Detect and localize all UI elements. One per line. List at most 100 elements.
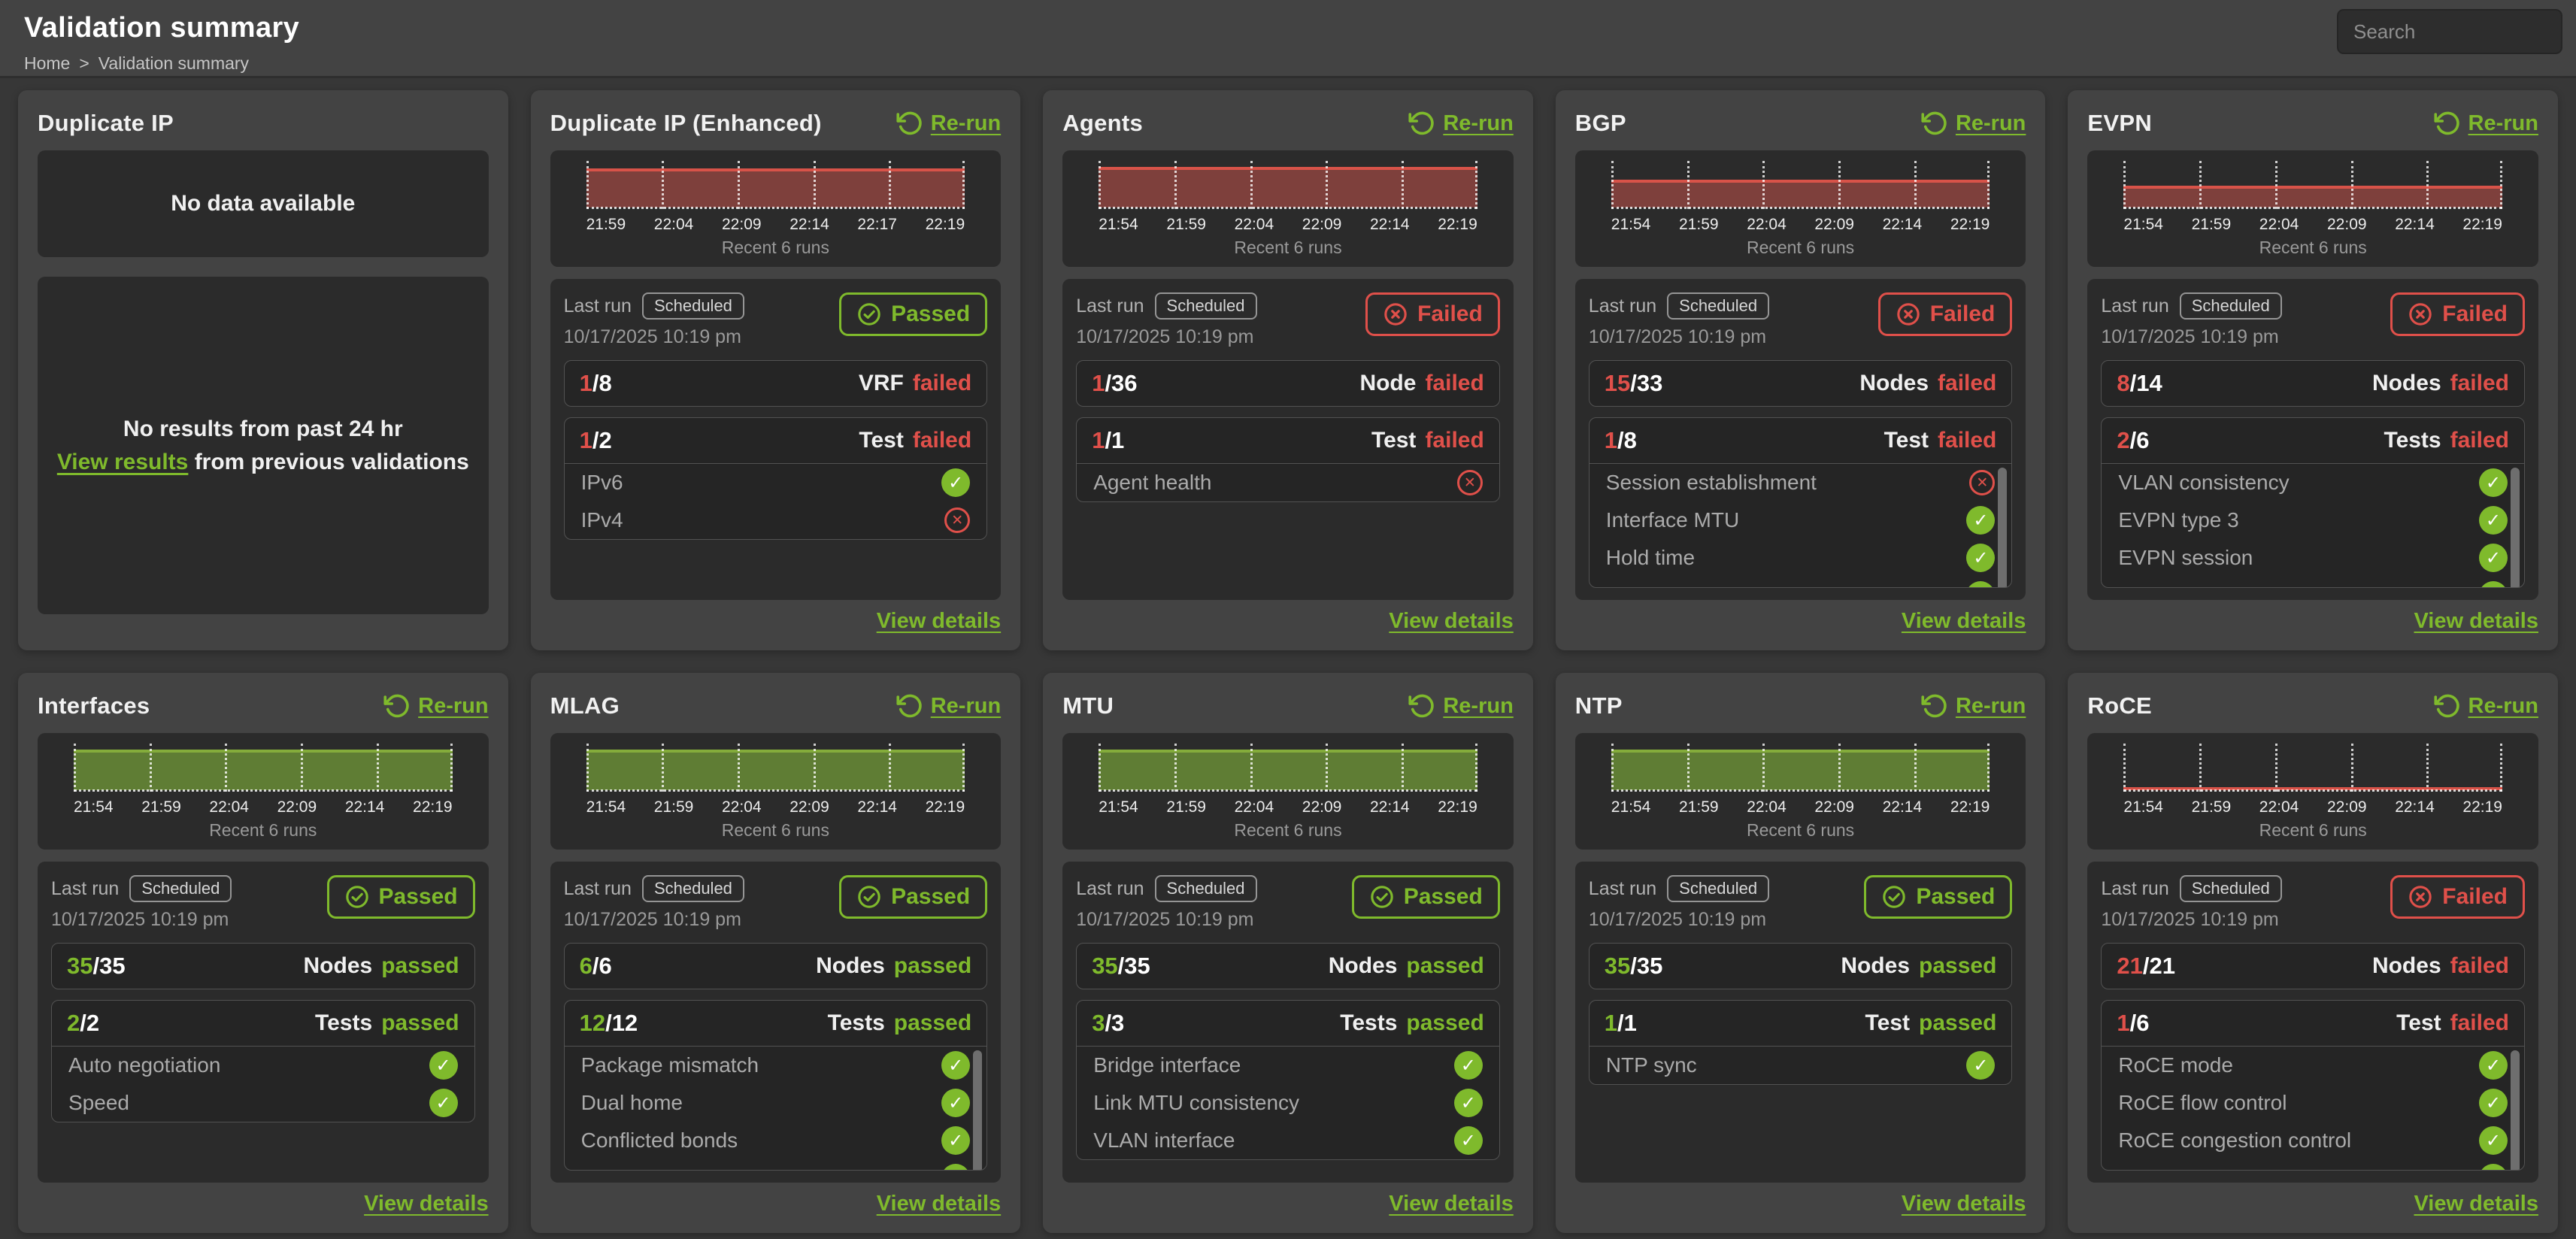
status-badge: Passed (839, 875, 987, 919)
tests-scrollbar[interactable] (973, 1050, 982, 1171)
tests-fraction-den: /1 (1105, 427, 1124, 453)
chart-tick (2351, 161, 2353, 209)
scheduled-chip: Scheduled (642, 292, 744, 320)
test-item: RoCE mode (2102, 1047, 2524, 1084)
tests-fraction: 1/8 (1605, 427, 1637, 454)
last-run-label: Last run (1589, 295, 1656, 317)
chart-tick (738, 744, 740, 792)
nodes-fraction: 15/33 (1605, 370, 1663, 397)
tests-fraction-den: /8 (1617, 427, 1637, 453)
view-details-link[interactable]: View details (1902, 1192, 2026, 1216)
rerun-link[interactable]: Re-run (383, 692, 488, 719)
tests-fraction: 12/12 (580, 1010, 638, 1037)
test-name: EVPN session (2118, 546, 2253, 570)
rerun-link[interactable]: Re-run (2434, 692, 2538, 719)
status-badge: Passed (1352, 875, 1500, 919)
tick-label: 22:14 (2395, 216, 2435, 234)
tests-header: 3/3 Tests passed (1077, 1001, 1499, 1047)
breadcrumb-home[interactable]: Home (24, 53, 70, 74)
scheduled-chip: Scheduled (2180, 875, 2282, 902)
chart-tick (1475, 744, 1477, 792)
view-details-link[interactable]: View details (1902, 609, 2026, 633)
summary-panel: Last run Scheduled 10/17/2025 10:19 pm F… (2087, 279, 2538, 600)
nodes-summary-row: 1/8 VRF failed (564, 360, 988, 407)
tests-result: failed (913, 428, 971, 453)
tick-label: 22:09 (1814, 798, 1854, 816)
chart-tick (2351, 744, 2353, 792)
tests-list: NTP sync (1590, 1047, 2012, 1084)
test-name: Package mismatch (581, 1053, 759, 1077)
tests-list: Auto negotiation Speed (52, 1047, 474, 1122)
chart-tick (2199, 161, 2202, 209)
rerun-label: Re-run (1956, 694, 2026, 719)
rerun-icon (1921, 110, 1948, 137)
rerun-link[interactable]: Re-run (896, 692, 1001, 719)
validation-card: EVPN Re-run 21:5421:5922:0422:0922:1 (2068, 90, 2558, 650)
tests-panel: 1/8 Test failed Session establishment In… (1589, 417, 2013, 588)
chart-baseline (2123, 789, 2502, 792)
last-run-timestamp: 10/17/2025 10:19 pm (564, 326, 744, 348)
page-title: Validation summary (24, 12, 2576, 44)
run-history-chart: 21:5421:5922:0422:0922:1422:19 Recent 6 … (550, 733, 1002, 850)
tick-label: 22:09 (722, 216, 762, 234)
rerun-link[interactable]: Re-run (1408, 110, 1513, 137)
tests-scrollbar[interactable] (2511, 1050, 2520, 1171)
tick-label: 21:54 (1099, 216, 1138, 234)
view-details-link[interactable]: View details (2414, 609, 2538, 633)
rerun-label: Re-run (931, 111, 1001, 136)
rerun-link[interactable]: Re-run (896, 110, 1001, 137)
check-icon (1454, 1126, 1483, 1155)
run-history-chart: 21:5421:5922:0422:0922:1422:19 Recent 6 … (2087, 150, 2538, 267)
card-title: MTU (1062, 692, 1114, 719)
view-details-link[interactable]: View details (877, 1192, 1002, 1216)
rerun-link[interactable]: Re-run (2434, 110, 2538, 137)
chart-baseline (1099, 207, 1477, 209)
tick-label: 22:14 (789, 216, 829, 234)
tests-result: failed (2450, 428, 2509, 453)
run-history-chart: 21:5421:5922:0422:0922:1422:19 Recent 6 … (38, 733, 489, 850)
nodes-fraction: 6/6 (580, 953, 612, 980)
tests-scrollbar[interactable] (2511, 468, 2520, 588)
view-results-link[interactable]: View results (57, 450, 189, 474)
search-input[interactable] (2337, 9, 2562, 54)
last-run-timestamp: 10/17/2025 10:19 pm (1076, 326, 1256, 348)
rerun-label: Re-run (2468, 111, 2538, 136)
rerun-link[interactable]: Re-run (1408, 692, 1513, 719)
tests-panel: 2/2 Tests passed Auto negotiation Speed (51, 1000, 475, 1122)
tick-label: 22:14 (1883, 216, 1923, 234)
nodes-result: passed (1919, 953, 1996, 979)
breadcrumb: Home > Validation summary (24, 53, 2576, 74)
chart-tick (586, 744, 589, 792)
tests-scrollbar[interactable] (1998, 468, 2007, 588)
rerun-link[interactable]: Re-run (1921, 110, 2026, 137)
summary-panel: Last run Scheduled 10/17/2025 10:19 pm F… (1575, 279, 2026, 600)
view-details-link[interactable]: View details (2414, 1192, 2538, 1216)
rerun-link[interactable]: Re-run (1921, 692, 2026, 719)
tick-labels: 21:5421:5922:0422:0922:1422:19 (74, 798, 453, 816)
chart-tick (1611, 744, 1614, 792)
tests-panel: 1/6 Test failed RoCE mode RoCE flow cont… (2101, 1000, 2525, 1171)
tests-label: Tests (315, 1010, 372, 1036)
tick-label: 22:14 (2395, 798, 2435, 816)
test-name: Link MTU consistency (1093, 1091, 1299, 1115)
check-icon (941, 468, 970, 497)
validation-card: BGP Re-run 21:5421:5922:0422:0922:14 (1556, 90, 2046, 650)
tick-label: 22:14 (1370, 798, 1410, 816)
test-item: Auto negotiation (52, 1047, 474, 1084)
nodes-result: passed (1406, 953, 1483, 979)
tick-label: 22:09 (2327, 216, 2367, 234)
view-details-link[interactable]: View details (1389, 1192, 1514, 1216)
view-details-link[interactable]: View details (364, 1192, 489, 1216)
tests-list: RoCE mode RoCE flow control RoCE congest… (2102, 1047, 2524, 1170)
run-history-chart: 21:5421:5922:0422:0922:1422:19 Recent 6 … (2087, 733, 2538, 850)
chart-tick (1611, 161, 1614, 209)
status-badge-label: Failed (2442, 884, 2508, 910)
view-details-link[interactable]: View details (877, 609, 1002, 633)
tick-labels: 21:5421:5922:0422:0922:1422:19 (1611, 798, 1990, 816)
nodes-fraction-num: 6 (580, 953, 592, 979)
chart-caption: Recent 6 runs (2123, 238, 2502, 261)
breadcrumb-separator: > (79, 53, 89, 74)
view-details-link[interactable]: View details (1389, 609, 1514, 633)
chart-tick (2426, 161, 2429, 209)
test-name: EVPN type 3 (2118, 508, 2238, 532)
